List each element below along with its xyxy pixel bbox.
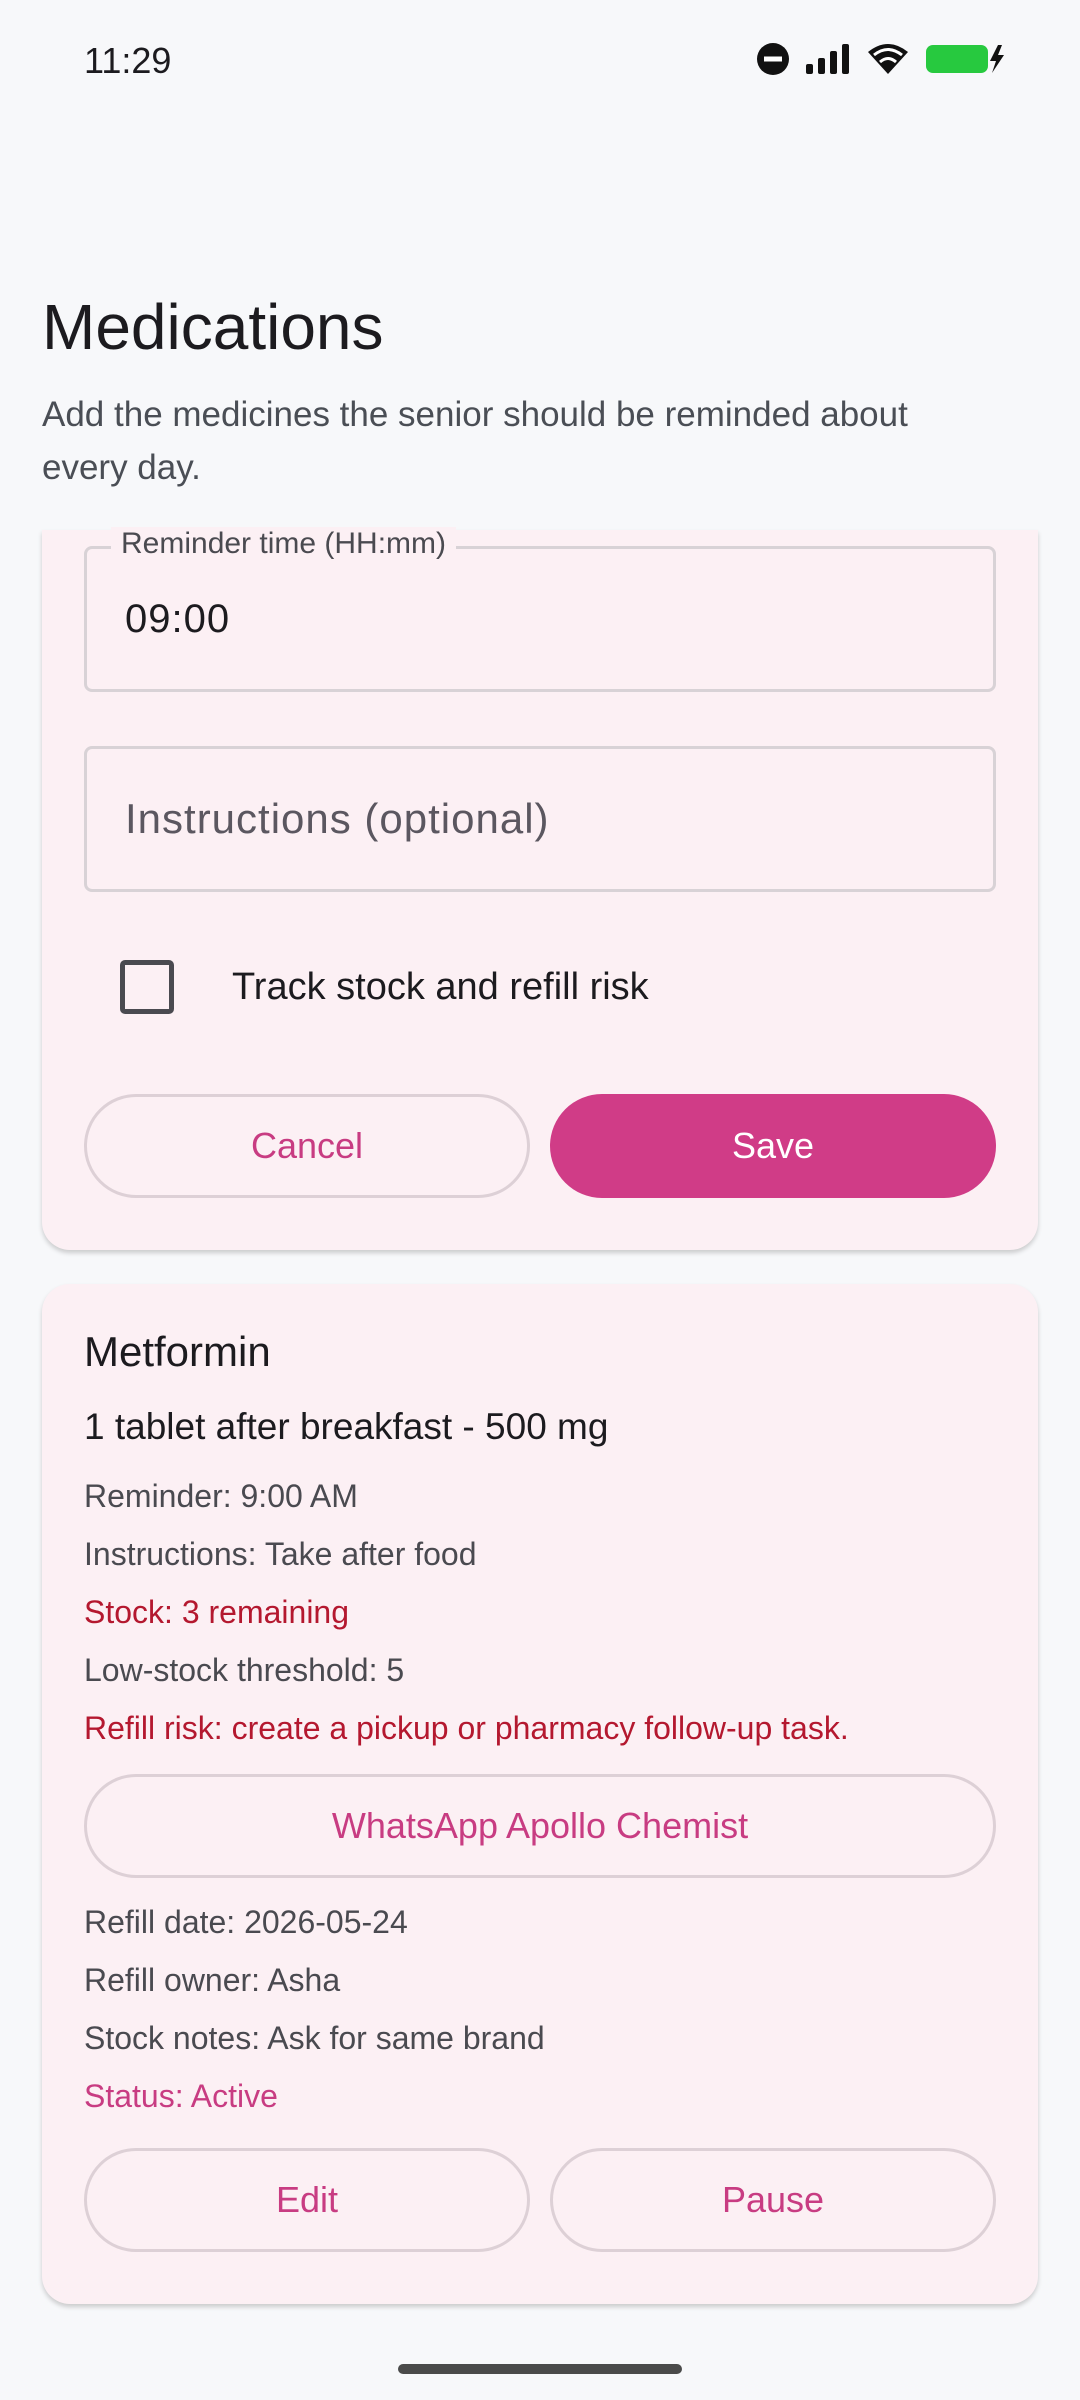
- cancel-button[interactable]: Cancel: [84, 1094, 530, 1198]
- medication-threshold: Low-stock threshold: 5: [84, 1652, 405, 1688]
- page-title: Medications: [42, 291, 384, 363]
- medication-name: Metformin: [84, 1328, 271, 1375]
- status-time: 11:29: [84, 40, 172, 81]
- pause-button[interactable]: Pause: [550, 2148, 996, 2252]
- track-stock-row[interactable]: Track stock and refill risk: [120, 960, 649, 1014]
- medication-card: Metformin 1 tablet after breakfast - 500…: [42, 1284, 1038, 2304]
- do-not-disturb-icon: [756, 42, 790, 76]
- medication-refill-owner: Refill owner: Asha: [84, 1962, 341, 1998]
- status-bar: 11:29: [0, 0, 1080, 126]
- medication-refill-risk: Refill risk: create a pickup or pharmacy…: [84, 1710, 849, 1746]
- medication-reminder: Reminder: 9:00 AM: [84, 1478, 358, 1514]
- medication-refill-date: Refill date: 2026-05-24: [84, 1904, 408, 1940]
- reminder-time-field[interactable]: Reminder time (HH:mm) 09:00: [84, 527, 996, 692]
- status-icons: [756, 42, 1008, 76]
- medication-status: Status: Active: [84, 2078, 278, 2114]
- battery-charging-icon: [924, 42, 1008, 76]
- edit-button[interactable]: Edit: [84, 2148, 530, 2252]
- reminder-time-value[interactable]: 09:00: [125, 597, 230, 642]
- page-subtitle: Add the medicines the senior should be r…: [42, 395, 908, 487]
- wifi-icon: [866, 42, 910, 76]
- medication-stock-notes: Stock notes: Ask for same brand: [84, 2020, 545, 2056]
- gesture-handle[interactable]: [398, 2364, 682, 2374]
- medication-form-card: Reminder time (HH:mm) 09:00 Instructions…: [42, 527, 1038, 1250]
- medication-dose: 1 tablet after breakfast - 500 mg: [84, 1406, 609, 1447]
- instructions-placeholder: Instructions (optional): [125, 795, 550, 842]
- signal-icon: [804, 42, 852, 76]
- instructions-field[interactable]: Instructions (optional): [84, 746, 996, 892]
- medication-instructions: Instructions: Take after food: [84, 1536, 477, 1572]
- medication-stock: Stock: 3 remaining: [84, 1594, 350, 1630]
- medications-screen: 11:29 Medications Add the medicines the …: [0, 0, 1080, 2400]
- reminder-time-label: Reminder time (HH:mm): [111, 527, 457, 561]
- save-button[interactable]: Save: [550, 1094, 996, 1198]
- track-stock-label[interactable]: Track stock and refill risk: [232, 966, 649, 1009]
- whatsapp-chemist-button[interactable]: WhatsApp Apollo Chemist: [84, 1774, 996, 1878]
- track-stock-checkbox[interactable]: [120, 960, 174, 1014]
